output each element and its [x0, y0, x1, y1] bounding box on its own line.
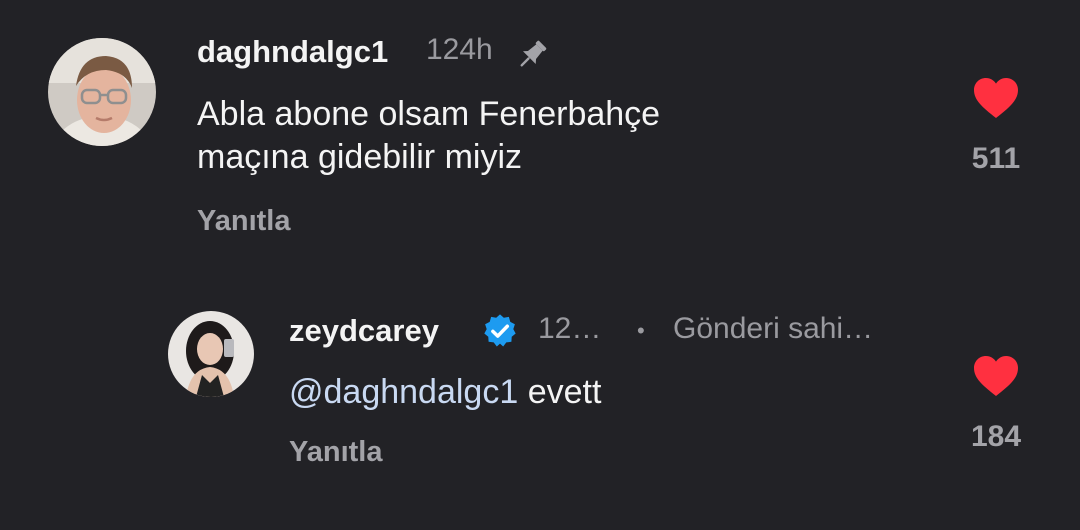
comment-timestamp: 124h: [426, 33, 493, 66]
avatar-daghndalgc1[interactable]: [48, 38, 156, 146]
author-badge: Gönderi sahi…: [673, 312, 874, 345]
reply-username[interactable]: zeydcarey: [289, 313, 439, 349]
reply-button[interactable]: Yanıtla: [197, 205, 291, 238]
reply-timestamp: 12…: [538, 312, 602, 345]
mention-link[interactable]: @daghndalgc1: [289, 373, 518, 411]
reply-text-body: evett: [518, 373, 602, 411]
avatar-zeydcarey[interactable]: [168, 311, 254, 397]
comment-text: Abla abone olsam Fenerbahçe maçına gideb…: [197, 93, 660, 179]
reply-text: @daghndalgc1 evett: [289, 371, 601, 414]
heart-icon[interactable]: [972, 354, 1020, 398]
reply-button[interactable]: Yanıtla: [289, 436, 383, 469]
like-count: 511: [971, 142, 1021, 175]
heart-icon[interactable]: [972, 76, 1020, 120]
verified-badge-icon: [484, 314, 516, 347]
comment-text-line-2: maçına gidebilir miyiz: [197, 138, 522, 176]
comment-username[interactable]: daghndalgc1: [197, 34, 388, 70]
pin-icon: [520, 40, 547, 67]
meta-separator: •: [637, 318, 645, 343]
comment-text-line-1: Abla abone olsam Fenerbahçe: [197, 95, 661, 133]
like-count: 184: [970, 420, 1022, 453]
